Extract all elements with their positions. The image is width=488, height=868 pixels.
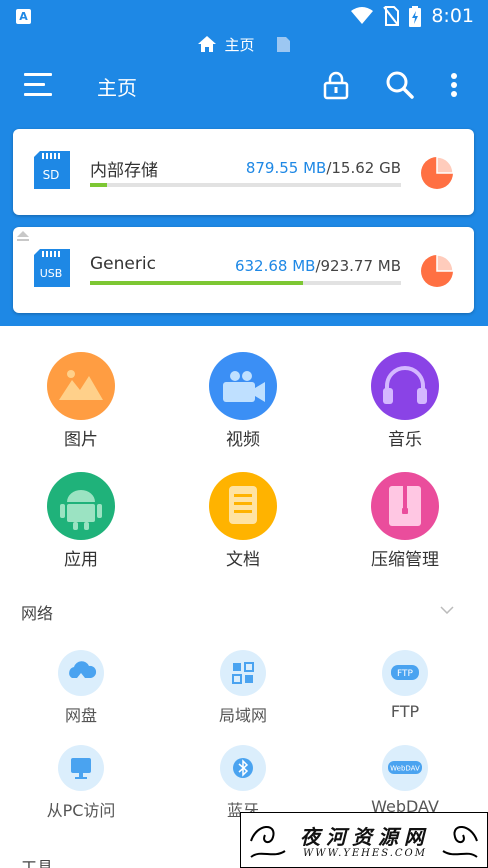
music-icon xyxy=(371,352,439,420)
chevron-down-icon[interactable] xyxy=(440,606,454,614)
storage-card-internal[interactable]: SD 内部存储 879.55 MB/15.62 GB xyxy=(13,129,474,215)
storage-pie-icon xyxy=(421,156,454,189)
file-icon[interactable] xyxy=(276,36,290,52)
storage-card-usb[interactable]: USB Generic 632.68 MB/923.77 MB xyxy=(13,227,474,313)
header-area: A 8:01 主页 主页 SD 内部存储 879.55 MB/15.62 GB xyxy=(0,0,488,326)
lock-icon[interactable] xyxy=(321,70,351,100)
category-documents[interactable]: 文档 xyxy=(183,472,303,570)
page-title: 主页 xyxy=(97,76,137,100)
breadcrumb-current[interactable]: 主页 xyxy=(224,34,254,55)
category-archives[interactable]: 压缩管理 xyxy=(345,472,465,570)
storage-usage: 879.55 MB/15.62 GB xyxy=(245,159,401,177)
webdav-icon: WebDAV xyxy=(382,745,428,791)
storage-pie-icon xyxy=(421,254,454,287)
network-bluetooth[interactable]: 蓝牙 xyxy=(183,745,303,821)
network-ftp[interactable]: FTP FTP xyxy=(345,650,465,721)
app-notification-icon: A xyxy=(16,9,31,24)
category-images[interactable]: 图片 xyxy=(21,352,141,450)
document-icon xyxy=(209,472,277,540)
video-icon xyxy=(209,352,277,420)
storage-progress xyxy=(90,183,401,187)
toolbar: 主页 xyxy=(0,62,488,108)
battery-charging-icon xyxy=(409,5,422,27)
watermark: 夜河资源网 WWW.YEHES.COM xyxy=(240,812,488,868)
sd-card-icon: SD xyxy=(34,151,70,189)
ftp-icon: FTP xyxy=(382,650,428,696)
no-sim-icon xyxy=(383,6,400,26)
wifi-icon xyxy=(351,7,374,24)
storage-name: Generic xyxy=(90,254,156,274)
more-vert-icon[interactable] xyxy=(439,70,469,100)
network-lan[interactable]: 局域网 xyxy=(183,650,303,726)
category-music[interactable]: 音乐 xyxy=(345,352,465,450)
eject-icon[interactable] xyxy=(17,231,29,241)
bluetooth-icon xyxy=(220,745,266,791)
lan-icon xyxy=(220,650,266,696)
svg-text:FTP: FTP xyxy=(397,669,414,679)
network-cloud[interactable]: 网盘 xyxy=(21,650,141,726)
section-title-tools: 工具 xyxy=(21,858,54,868)
sd-badge: SD xyxy=(43,168,60,182)
cloud-icon xyxy=(58,650,104,696)
monitor-icon xyxy=(58,745,104,791)
storage-name: 内部存储 xyxy=(90,161,158,181)
category-apps[interactable]: 应用 xyxy=(21,472,141,570)
storage-usage: 632.68 MB/923.77 MB xyxy=(234,257,401,275)
search-icon[interactable] xyxy=(385,70,415,100)
watermark-title: 夜河资源网 xyxy=(300,825,430,849)
storage-progress xyxy=(90,281,401,285)
menu-icon[interactable] xyxy=(24,72,52,98)
section-title-network: 网络 xyxy=(21,604,54,623)
image-icon xyxy=(47,352,115,420)
status-bar: A 8:01 xyxy=(0,0,488,32)
usb-badge: USB xyxy=(40,267,63,280)
breadcrumb: 主页 xyxy=(0,33,488,55)
clock: 8:01 xyxy=(431,5,474,27)
android-icon xyxy=(47,472,115,540)
archive-icon xyxy=(371,472,439,540)
svg-text:WebDAV: WebDAV xyxy=(390,765,420,773)
home-icon[interactable] xyxy=(198,36,217,52)
usb-icon: USB xyxy=(34,249,70,287)
watermark-url: WWW.YEHES.COM xyxy=(303,848,427,859)
category-videos[interactable]: 视频 xyxy=(183,352,303,450)
network-webdav[interactable]: WebDAV WebDAV xyxy=(345,745,465,816)
network-pc-access[interactable]: 从PC访问 xyxy=(21,745,141,821)
